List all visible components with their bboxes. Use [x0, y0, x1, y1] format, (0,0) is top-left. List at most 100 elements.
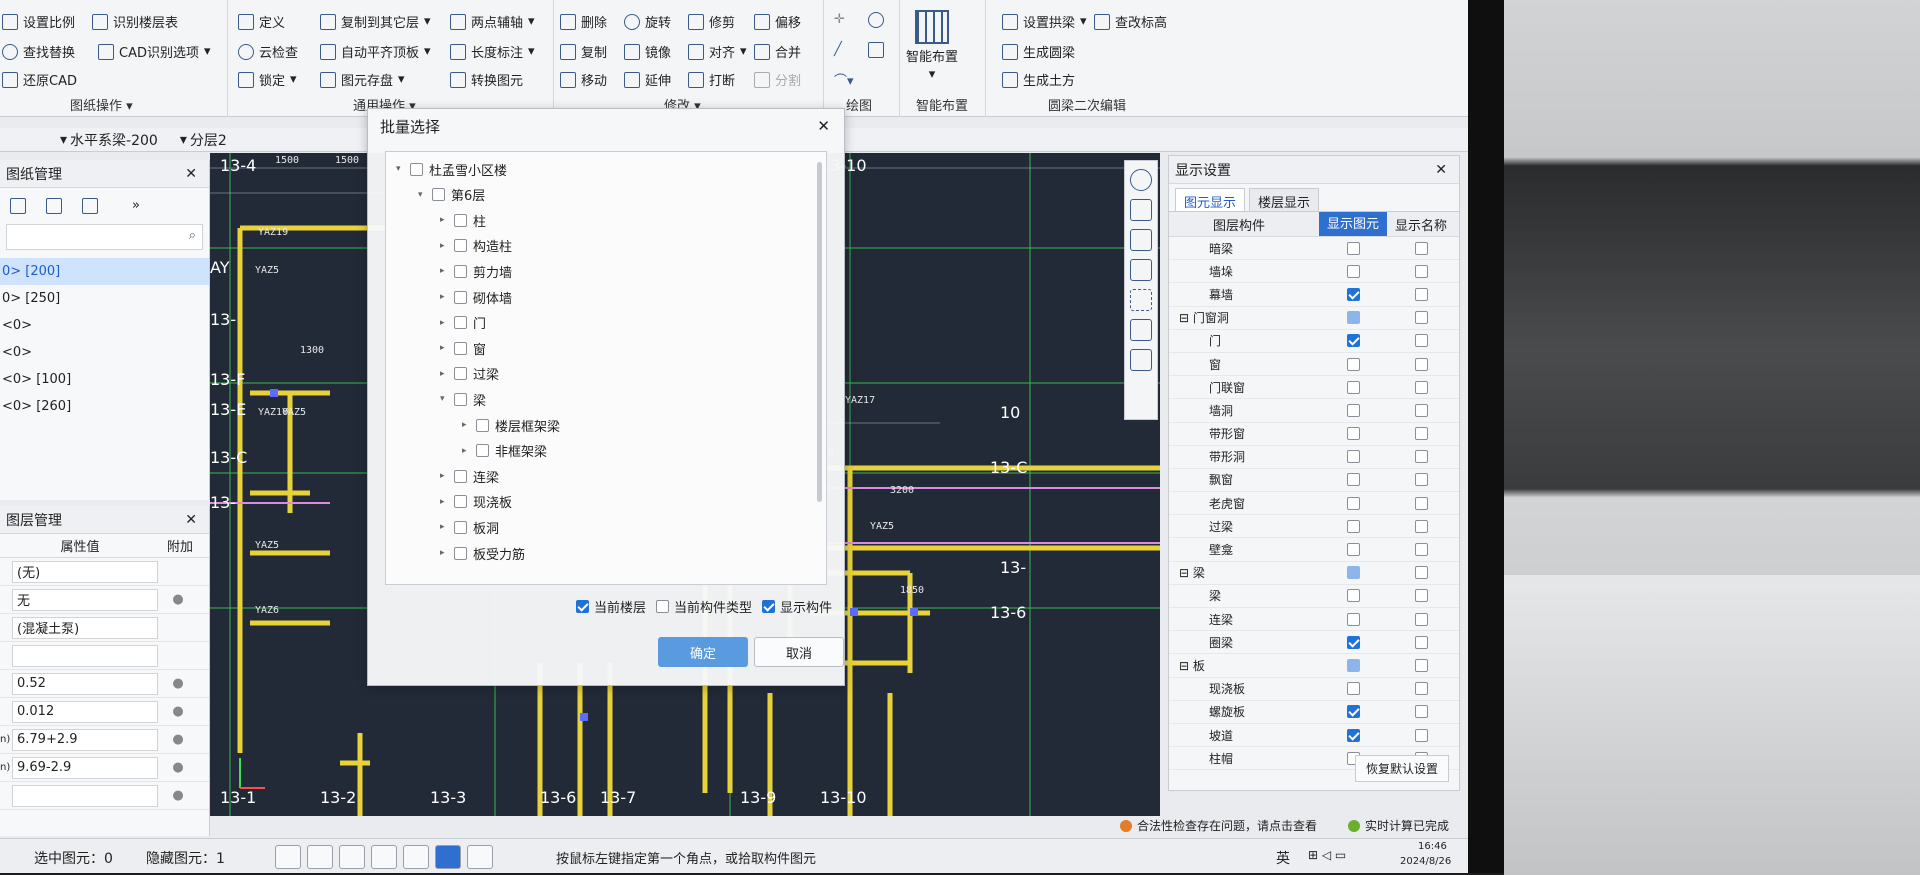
checkbox[interactable] [410, 162, 423, 176]
show-name-checkbox[interactable] [1414, 287, 1428, 301]
snap-line-icon[interactable] [403, 845, 429, 869]
orbit-icon[interactable] [1130, 169, 1152, 191]
ime-indicator[interactable]: 英 [1276, 848, 1290, 868]
find-replace-button[interactable]: 查找替换 [2, 42, 75, 61]
define-button[interactable]: 定义 [238, 12, 285, 31]
expand-icon[interactable]: ▸ [440, 343, 448, 353]
show-element-checkbox[interactable] [1346, 473, 1360, 487]
tray-icons[interactable]: ⊞ ◁ ▭ [1308, 848, 1346, 862]
checkbox[interactable] [454, 264, 467, 278]
convert-element-button[interactable]: 转换图元 [450, 70, 523, 89]
show-element-checkbox[interactable] [1346, 728, 1360, 742]
show-element-checkbox[interactable] [1346, 264, 1360, 278]
tree-node[interactable]: ▸ 板受力筋 [440, 542, 525, 564]
snap-angle-icon[interactable] [371, 845, 397, 869]
show-element-checkbox[interactable] [1346, 357, 1360, 371]
member-type-combo[interactable]: ▾ 水平系梁-200 [60, 130, 158, 150]
snap-ortho-icon[interactable] [275, 845, 301, 869]
close-icon[interactable]: ✕ [1435, 162, 1447, 178]
set-scale-button[interactable]: 设置比例 [2, 12, 75, 31]
show-name-checkbox[interactable] [1414, 311, 1428, 325]
collapse-icon[interactable]: ▾ [396, 164, 404, 174]
snap-arc-icon[interactable] [467, 845, 493, 869]
show-name-checkbox[interactable] [1414, 566, 1428, 580]
drawing-row[interactable]: <0> [260] [0, 393, 209, 420]
snap-active-icon[interactable] [435, 845, 461, 869]
restore-default-button[interactable]: 恢复默认设置 [1354, 755, 1449, 782]
delete-button[interactable]: 删除 [560, 12, 607, 31]
checkbox[interactable] [454, 392, 467, 406]
checkbox[interactable] [454, 290, 467, 304]
checkbox[interactable] [576, 600, 589, 613]
rotate-button[interactable]: 旋转 [624, 12, 671, 31]
show-element-checkbox[interactable] [1346, 658, 1360, 672]
show-name-checkbox[interactable] [1414, 450, 1428, 464]
circle-tool[interactable] [868, 12, 884, 28]
smart-layout-button[interactable]: 智能布置 ▾ [906, 10, 958, 82]
extend-button[interactable]: 延伸 [624, 70, 671, 89]
edit-elevation-button[interactable]: 查改标高 [1094, 12, 1167, 31]
tab-element-display[interactable]: 图元显示 [1175, 188, 1246, 211]
point-tool[interactable]: ✛ [834, 12, 845, 27]
display-settings-icon[interactable] [1130, 349, 1152, 371]
copy-button[interactable]: 复制 [560, 42, 607, 61]
gen-ring-beam-button[interactable]: 生成圆梁 [1002, 42, 1075, 61]
cad-options-button[interactable]: CAD识别选项 ▾ [98, 42, 211, 61]
layer-combo[interactable]: ▾ 分层2 [180, 130, 227, 150]
show-element-checkbox[interactable] [1346, 380, 1360, 394]
expand-icon[interactable]: » [132, 198, 140, 214]
restore-cad-button[interactable]: 还原CAD [2, 70, 77, 89]
collapse-icon[interactable]: ▾ [418, 190, 426, 200]
show-element-checkbox[interactable] [1346, 403, 1360, 417]
show-element-checkbox[interactable] [1346, 635, 1360, 649]
ok-button[interactable]: 确定 [658, 637, 748, 667]
drawing-row[interactable]: 0> [200] [0, 258, 209, 285]
line-tool[interactable]: ╱ [834, 42, 842, 57]
tree-node[interactable]: ▾ 第6层 [418, 184, 485, 206]
checkbox[interactable] [454, 520, 467, 534]
length-dimension-button[interactable]: 长度标注 ▾ [450, 42, 535, 61]
cancel-button[interactable]: 取消 [754, 637, 844, 667]
current-type-option[interactable]: 当前构件类型 [656, 597, 752, 616]
property-value[interactable]: 9.69-2.9 [12, 756, 158, 779]
expand-icon[interactable]: ▸ [440, 497, 448, 507]
auto-align-slab-button[interactable]: 自动平齐顶板 ▾ [320, 42, 431, 61]
checkbox[interactable] [762, 600, 776, 613]
tree-node[interactable]: ▸ 窗 [440, 337, 486, 359]
show-name-checkbox[interactable] [1414, 403, 1428, 417]
show-name-checkbox[interactable] [1414, 264, 1428, 278]
show-element-checkbox[interactable] [1346, 589, 1360, 603]
show-name-checkbox[interactable] [1414, 380, 1428, 394]
break-button[interactable]: 打断 [688, 70, 735, 89]
tree-node[interactable]: ▸ 连梁 [440, 465, 499, 487]
checkbox[interactable] [476, 444, 489, 458]
trim-button[interactable]: 修剪 [688, 12, 735, 31]
show-element-checkbox[interactable] [1346, 334, 1360, 348]
close-icon[interactable]: ✕ [185, 512, 197, 528]
expand-icon[interactable]: ▸ [462, 420, 470, 430]
fit-view-icon[interactable] [1130, 289, 1152, 311]
show-name-checkbox[interactable] [1414, 635, 1428, 649]
show-name-checkbox[interactable] [1414, 682, 1428, 696]
mirror-button[interactable]: 镜像 [624, 42, 671, 61]
tree-node[interactable]: ▸ 楼层框架梁 [462, 414, 560, 436]
expand-icon[interactable]: ▸ [440, 292, 448, 302]
show-name-checkbox[interactable] [1414, 612, 1428, 626]
merge-button[interactable]: 合并 [754, 42, 801, 61]
property-value[interactable]: (无) [12, 560, 158, 583]
show-element-checkbox[interactable] [1346, 705, 1360, 719]
tree-node[interactable]: ▾ 梁 [440, 388, 486, 410]
expand-icon[interactable]: ▸ [440, 471, 448, 481]
property-value[interactable] [12, 784, 158, 807]
lock-button[interactable]: 锁定 ▾ [238, 70, 297, 89]
checkbox[interactable] [656, 600, 670, 613]
property-value[interactable]: (混凝土泵) [12, 616, 158, 639]
show-element-checkbox[interactable] [1346, 287, 1360, 301]
show-name-checkbox[interactable] [1414, 705, 1428, 719]
two-point-axis-button[interactable]: 两点辅轴 ▾ [450, 12, 535, 31]
close-icon[interactable]: ✕ [185, 166, 197, 182]
tree-node[interactable]: ▸ 柱 [440, 209, 486, 231]
tree-node[interactable]: ▸ 砌体墙 [440, 286, 512, 308]
show-name-checkbox[interactable] [1414, 334, 1428, 348]
show-element-checkbox[interactable] [1346, 543, 1360, 557]
